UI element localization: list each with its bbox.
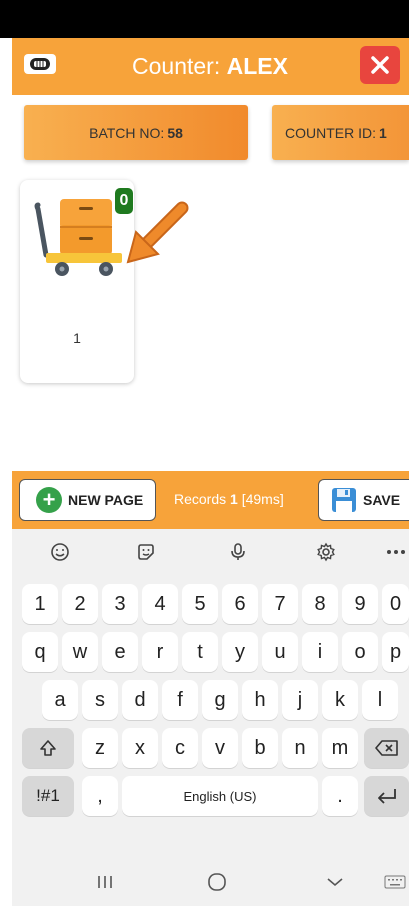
close-icon xyxy=(371,56,389,74)
key-i[interactable]: i xyxy=(302,632,338,672)
key-6[interactable]: 6 xyxy=(222,584,258,624)
key-7[interactable]: 7 xyxy=(262,584,298,624)
key-q[interactable]: q xyxy=(22,632,58,672)
key-z[interactable]: z xyxy=(82,728,118,768)
key-l[interactable]: l xyxy=(362,680,398,720)
title-prefix: Counter: xyxy=(132,53,227,79)
key-4[interactable]: 4 xyxy=(142,584,178,624)
key-u[interactable]: u xyxy=(262,632,298,672)
key-e[interactable]: e xyxy=(102,632,138,672)
key-8[interactable]: 8 xyxy=(302,584,338,624)
key-f[interactable]: f xyxy=(162,680,198,720)
key-y[interactable]: y xyxy=(222,632,258,672)
key-r[interactable]: r xyxy=(142,632,178,672)
key-b[interactable]: b xyxy=(242,728,278,768)
key-n[interactable]: n xyxy=(282,728,318,768)
counter-name: ALEX xyxy=(226,53,288,79)
symbols-key[interactable]: !#1 xyxy=(22,776,74,816)
enter-icon xyxy=(377,789,396,804)
enter-key[interactable] xyxy=(364,776,409,816)
records-status: Records 1 [49ms] xyxy=(174,491,284,507)
counter-id-button[interactable]: COUNTER ID: 1 xyxy=(272,105,409,160)
cash-register-icon[interactable] xyxy=(24,54,56,74)
records-prefix: Records xyxy=(174,491,231,507)
recent-apps-icon[interactable] xyxy=(90,870,120,894)
key-t[interactable]: t xyxy=(182,632,218,672)
more-icon[interactable] xyxy=(382,539,409,565)
navigation-bar xyxy=(12,858,409,906)
microphone-icon[interactable] xyxy=(224,539,252,565)
emoji-icon[interactable] xyxy=(46,539,74,565)
app-header: Counter: ALEX xyxy=(12,38,409,95)
key-9[interactable]: 9 xyxy=(342,584,378,624)
arrow-pointer-icon xyxy=(126,201,189,264)
key-o[interactable]: o xyxy=(342,632,378,672)
shift-key[interactable] xyxy=(22,728,74,768)
batch-label: BATCH NO: xyxy=(89,124,165,141)
space-key[interactable]: English (US) xyxy=(122,776,318,816)
cart-card[interactable]: 0 1 xyxy=(20,180,134,383)
batch-value: 58 xyxy=(167,124,183,141)
key-d[interactable]: d xyxy=(122,680,158,720)
back-icon[interactable] xyxy=(320,870,350,894)
new-page-label: NEW PAGE xyxy=(68,492,144,508)
key-s[interactable]: s xyxy=(82,680,118,720)
gear-icon[interactable] xyxy=(312,539,340,565)
key-m[interactable]: m xyxy=(322,728,358,768)
sticker-icon[interactable] xyxy=(132,539,160,565)
new-page-button[interactable]: + NEW PAGE xyxy=(19,479,156,521)
key-a[interactable]: a xyxy=(42,680,78,720)
counter-id-label: COUNTER ID: xyxy=(285,124,376,141)
save-label: SAVE xyxy=(363,492,401,508)
comma-key[interactable]: , xyxy=(82,776,118,816)
home-icon[interactable] xyxy=(202,870,232,894)
close-button[interactable] xyxy=(360,46,400,84)
cart-number: 1 xyxy=(73,330,81,346)
key-p[interactable]: p xyxy=(382,632,409,672)
key-g[interactable]: g xyxy=(202,680,238,720)
keyboard-switch-icon[interactable] xyxy=(380,870,409,894)
key-3[interactable]: 3 xyxy=(102,584,138,624)
key-x[interactable]: x xyxy=(122,728,158,768)
records-count: 1 xyxy=(230,491,238,507)
records-time: [49ms] xyxy=(237,491,284,507)
counter-id-value: 1 xyxy=(379,124,387,141)
key-2[interactable]: 2 xyxy=(62,584,98,624)
key-c[interactable]: c xyxy=(162,728,198,768)
page-title: Counter: ALEX xyxy=(132,53,288,80)
keyboard-toolbar xyxy=(12,529,409,575)
backspace-key[interactable] xyxy=(364,728,409,768)
action-bar: + NEW PAGE Records 1 [49ms] SAVE xyxy=(12,471,409,529)
backspace-icon xyxy=(374,740,398,756)
info-bar: BATCH NO: 58 COUNTER ID: 1 xyxy=(12,95,409,173)
key-w[interactable]: w xyxy=(62,632,98,672)
shift-icon xyxy=(40,740,56,756)
plus-icon: + xyxy=(36,487,62,513)
key-5[interactable]: 5 xyxy=(182,584,218,624)
period-key[interactable]: . xyxy=(322,776,358,816)
status-bar xyxy=(0,0,409,38)
floppy-disk-icon xyxy=(332,488,356,512)
keyboard: 1 2 3 4 5 6 7 8 9 0 q w e r t y u i o p … xyxy=(12,529,409,906)
save-button[interactable]: SAVE xyxy=(318,479,409,521)
key-h[interactable]: h xyxy=(242,680,278,720)
key-v[interactable]: v xyxy=(202,728,238,768)
key-1[interactable]: 1 xyxy=(22,584,58,624)
key-k[interactable]: k xyxy=(322,680,358,720)
batch-number-button[interactable]: BATCH NO: 58 xyxy=(24,105,248,160)
key-0[interactable]: 0 xyxy=(382,584,409,624)
key-j[interactable]: j xyxy=(282,680,318,720)
